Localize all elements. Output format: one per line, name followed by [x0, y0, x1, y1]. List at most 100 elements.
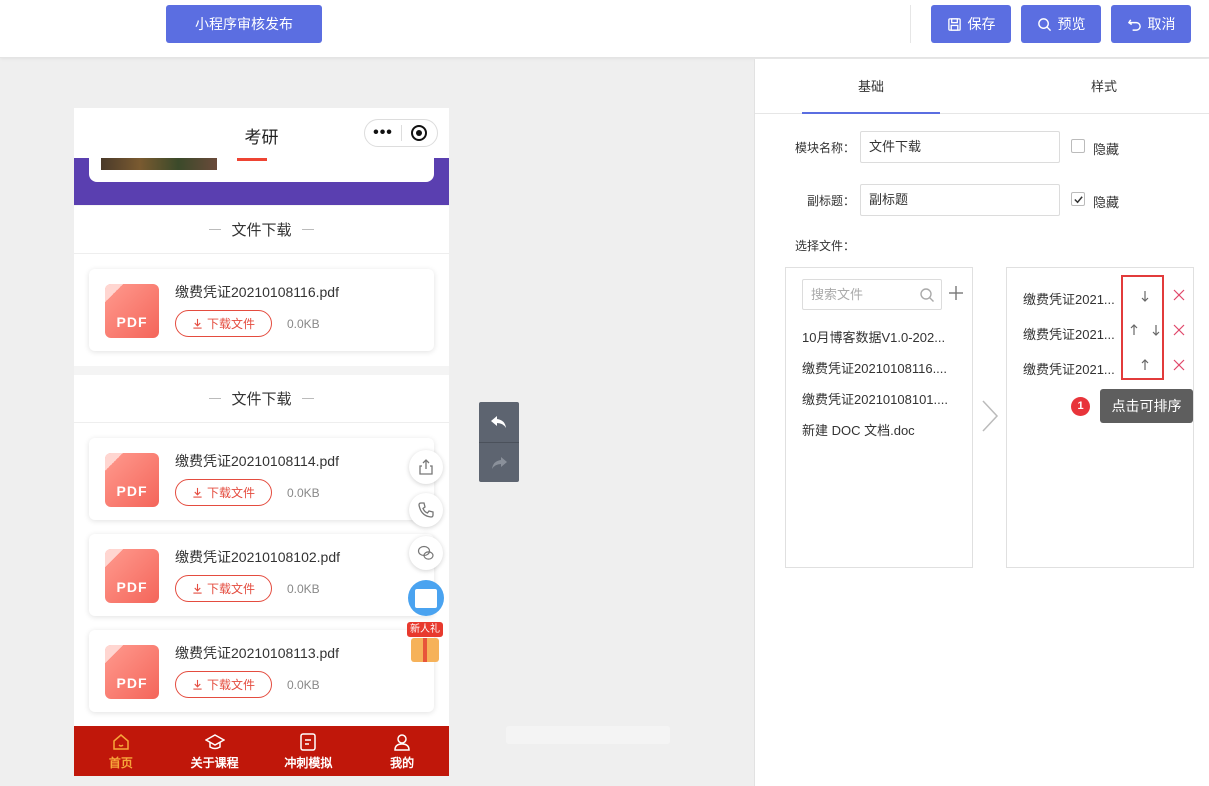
- download-icon: [193, 583, 202, 594]
- file-name: 缴费凭证20210108114.pdf: [175, 453, 339, 469]
- cancel-label: 取消: [1147, 16, 1176, 32]
- file-size: 0.0KB: [287, 678, 320, 692]
- file-download-section: 文件下载 PDF 缴费凭证20210108116.pdf 下载文件 0.0KB: [74, 206, 449, 366]
- available-file-item[interactable]: 10月博客数据V1.0-202...: [802, 327, 957, 346]
- remove-file-icon[interactable]: [1173, 359, 1185, 371]
- wechat-icon: [417, 545, 434, 560]
- download-icon: [193, 318, 202, 329]
- download-label: 下载文件: [206, 317, 255, 331]
- canvas-placeholder: [506, 726, 670, 744]
- file-size: 0.0KB: [287, 582, 320, 596]
- move-up-icon[interactable]: [1129, 324, 1139, 336]
- preview-button[interactable]: 预览: [1021, 5, 1101, 43]
- module-name-label: 模块名称：: [794, 141, 855, 155]
- module-name-input[interactable]: 文件下载: [860, 131, 1060, 163]
- download-label: 下载文件: [206, 582, 255, 596]
- subtitle-hide-label: 隐藏: [1093, 195, 1120, 210]
- selected-file-item: 缴费凭证2021...: [1023, 292, 1115, 307]
- file-card: PDF 缴费凭证20210108102.pdf 下载文件 0.0KB: [89, 534, 434, 616]
- wechat-float-button[interactable]: [409, 536, 443, 570]
- subtitle-hide-checkbox[interactable]: [1071, 192, 1085, 206]
- chat-window-icon: [415, 588, 437, 608]
- download-button[interactable]: 下载文件: [175, 671, 272, 698]
- phone-float-button[interactable]: [409, 493, 443, 527]
- add-file-icon[interactable]: [948, 285, 964, 301]
- chat-float-button[interactable]: [408, 580, 444, 616]
- tab-sprint-mock[interactable]: 冲刺模拟: [262, 726, 356, 776]
- section-title: 文件下载: [231, 222, 292, 239]
- share-float-button[interactable]: [409, 450, 443, 484]
- download-button[interactable]: 下载文件: [175, 575, 272, 602]
- move-down-icon[interactable]: [1140, 290, 1150, 302]
- move-down-icon[interactable]: [1151, 324, 1161, 336]
- available-file-item[interactable]: 缴费凭证20210108101....: [802, 389, 957, 408]
- tab-label: 我的: [390, 755, 415, 770]
- download-icon: [193, 679, 202, 690]
- step-badge: 1: [1071, 397, 1090, 416]
- gift-box-icon: [411, 638, 439, 662]
- available-file-item[interactable]: 新建 DOC 文档.doc: [802, 420, 957, 439]
- download-icon: [193, 487, 202, 498]
- remove-file-icon[interactable]: [1173, 324, 1185, 336]
- graduation-cap-icon: [204, 733, 225, 749]
- transfer-arrow-icon[interactable]: [981, 399, 999, 433]
- search-icon: [1037, 17, 1051, 31]
- toolbar-divider: [910, 5, 911, 43]
- bottom-tab-bar: 首页 关于课程 冲刺模拟 我的: [74, 726, 449, 776]
- tab-basic[interactable]: 基础: [802, 59, 940, 114]
- remove-file-icon[interactable]: [1173, 289, 1185, 301]
- move-up-icon[interactable]: [1140, 359, 1150, 371]
- file-size: 0.0KB: [287, 486, 320, 500]
- file-card: PDF 缴费凭证20210108113.pdf 下载文件 0.0KB: [89, 630, 434, 712]
- more-dots-icon[interactable]: •••: [365, 120, 401, 146]
- save-label: 保存: [967, 16, 996, 32]
- gift-label: 新人礼: [407, 622, 443, 637]
- selected-file-item: 缴费凭证2021...: [1023, 327, 1115, 342]
- tab-style[interactable]: 样式: [1035, 59, 1173, 114]
- download-label: 下载文件: [206, 678, 255, 692]
- preview-label: 预览: [1057, 16, 1086, 32]
- title-dash: [209, 398, 222, 399]
- search-placeholder: 搜索文件: [811, 287, 864, 302]
- available-files-list: 搜索文件 10月博客数据V1.0-202... 缴费凭证20210108116.…: [785, 267, 973, 568]
- selected-file-item: 缴费凭证2021...: [1023, 362, 1115, 377]
- phone-preview: 考研 ••• 文件下载 PDF 缴费凭证20210108116.pdf 下载文件: [74, 108, 449, 776]
- section-title: 文件下载: [231, 391, 292, 408]
- top-toolbar: 小程序审核发布 保存 预览 取消: [0, 0, 1209, 58]
- mini-program-capsule[interactable]: •••: [364, 119, 438, 147]
- course-price-partial: [237, 158, 267, 161]
- module-hide-checkbox[interactable]: [1071, 139, 1085, 153]
- download-label: 下载文件: [206, 486, 255, 500]
- share-icon: [419, 459, 433, 475]
- undo-button[interactable]: [479, 402, 519, 442]
- tab-label: 冲刺模拟: [284, 755, 333, 770]
- pdf-file-icon: PDF: [105, 284, 159, 338]
- file-name: 缴费凭证20210108113.pdf: [175, 645, 339, 661]
- close-target-icon[interactable]: [402, 124, 437, 142]
- new-user-gift-button[interactable]: 新人礼: [407, 622, 443, 662]
- checkmark-icon: [1073, 195, 1083, 203]
- file-download-section: 文件下载 PDF 缴费凭证20210108114.pdf 下载文件 0.0KB …: [74, 375, 449, 726]
- section-header: 文件下载: [74, 375, 449, 423]
- course-card-partial[interactable]: [89, 158, 434, 182]
- save-button[interactable]: 保存: [931, 5, 1011, 43]
- tab-label: 首页: [108, 755, 133, 770]
- phone-nav-bar: 考研 •••: [74, 108, 449, 158]
- tab-mine[interactable]: 我的: [355, 726, 449, 776]
- publish-review-button[interactable]: 小程序审核发布: [166, 5, 322, 43]
- file-card: PDF 缴费凭证20210108116.pdf 下载文件 0.0KB: [89, 269, 434, 351]
- redo-button[interactable]: [479, 442, 519, 482]
- tab-about-course[interactable]: 关于课程: [168, 726, 262, 776]
- cancel-button[interactable]: 取消: [1111, 5, 1191, 43]
- subtitle-input[interactable]: 副标题: [860, 184, 1060, 216]
- available-file-item[interactable]: 缴费凭证20210108116....: [802, 358, 957, 377]
- file-search-input[interactable]: 搜索文件: [802, 279, 942, 310]
- tab-label: 关于课程: [190, 755, 239, 770]
- file-name: 缴费凭证20210108102.pdf: [175, 549, 340, 565]
- tab-home[interactable]: 首页: [74, 726, 168, 776]
- redo-icon: [492, 456, 507, 469]
- undo-icon: [491, 416, 506, 428]
- download-button[interactable]: 下载文件: [175, 479, 272, 506]
- title-dash: [209, 229, 222, 230]
- download-button[interactable]: 下载文件: [175, 310, 272, 337]
